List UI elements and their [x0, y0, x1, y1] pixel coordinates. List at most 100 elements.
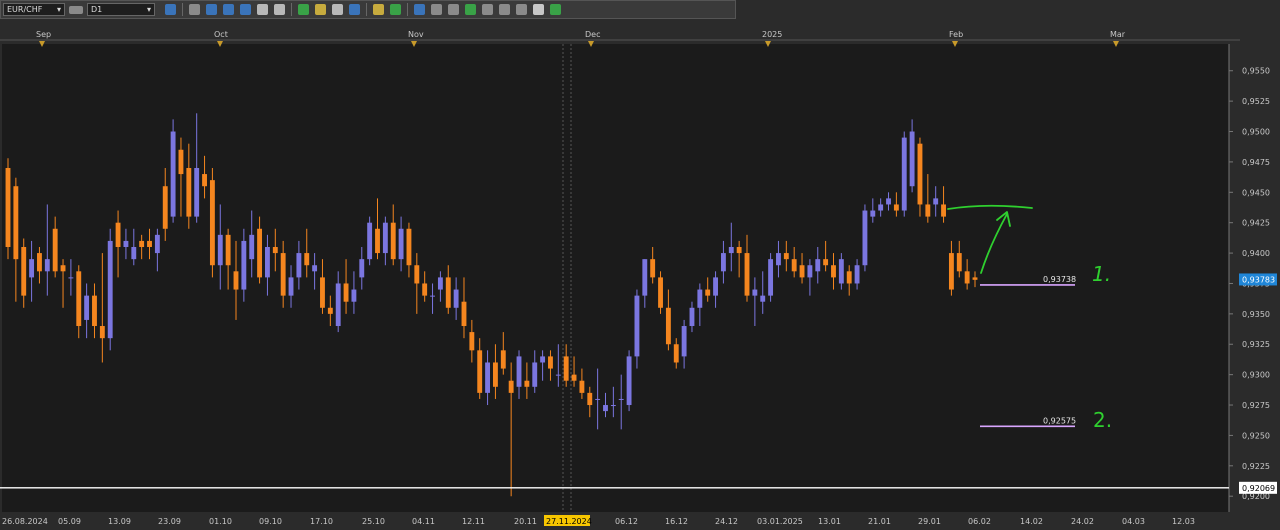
candle-body[interactable]: [595, 398, 601, 400]
candle-body[interactable]: [697, 289, 703, 308]
candle-body[interactable]: [579, 380, 585, 393]
candle-body[interactable]: [241, 240, 247, 290]
candle-body[interactable]: [312, 265, 318, 272]
candle-body[interactable]: [760, 295, 766, 302]
candle-body[interactable]: [571, 374, 577, 381]
candle-body[interactable]: [485, 362, 491, 393]
candle-body[interactable]: [618, 398, 624, 400]
candle-body[interactable]: [320, 277, 325, 308]
candle-body[interactable]: [186, 167, 192, 217]
candle-body[interactable]: [736, 247, 742, 254]
candle-body[interactable]: [783, 253, 789, 260]
candle-body[interactable]: [422, 283, 428, 296]
candle-body[interactable]: [343, 283, 349, 302]
candle-body[interactable]: [846, 271, 852, 284]
candle-body[interactable]: [540, 356, 546, 363]
candle-body[interactable]: [21, 247, 27, 296]
candle-body[interactable]: [296, 253, 302, 278]
candle-body[interactable]: [901, 137, 907, 211]
candle-body[interactable]: [60, 265, 66, 272]
candle-body[interactable]: [249, 234, 255, 260]
candle-body[interactable]: [131, 247, 137, 260]
candle-body[interactable]: [52, 228, 58, 272]
candle-body[interactable]: [154, 234, 160, 254]
candle-body[interactable]: [705, 289, 711, 296]
candle-body[interactable]: [500, 350, 506, 369]
candle-body[interactable]: [430, 295, 435, 297]
candle-body[interactable]: [44, 259, 50, 272]
candle-body[interactable]: [972, 277, 978, 280]
candle-body[interactable]: [516, 356, 522, 387]
candle-body[interactable]: [776, 253, 781, 266]
candle-body[interactable]: [68, 277, 74, 279]
candle-body[interactable]: [84, 295, 90, 320]
candle-body[interactable]: [29, 259, 35, 278]
candle-body[interactable]: [925, 204, 931, 217]
candle-body[interactable]: [893, 204, 899, 211]
candle-body[interactable]: [123, 240, 129, 248]
candle-body[interactable]: [744, 253, 750, 296]
candle-body[interactable]: [414, 265, 420, 284]
candle-body[interactable]: [147, 240, 152, 248]
candle-body[interactable]: [933, 198, 939, 205]
candle-body[interactable]: [351, 289, 357, 302]
candle-body[interactable]: [445, 277, 451, 308]
candle-body[interactable]: [37, 253, 42, 272]
candle-body[interactable]: [13, 186, 19, 260]
price-chart[interactable]: Sep Oct Nov Dec 2025 Feb Mar 0,9550 0,9525 0,9500…: [0, 0, 1280, 530]
candle-body[interactable]: [862, 210, 868, 266]
candle-body[interactable]: [437, 277, 443, 290]
candle-body[interactable]: [288, 277, 294, 296]
candle-body[interactable]: [162, 186, 168, 229]
candle-body[interactable]: [720, 253, 726, 272]
candle-body[interactable]: [359, 259, 365, 278]
candle-body[interactable]: [233, 271, 239, 290]
candle-body[interactable]: [280, 253, 286, 296]
candle-body[interactable]: [878, 204, 884, 211]
candle-body[interactable]: [673, 344, 679, 363]
candle-body[interactable]: [791, 259, 797, 272]
candle-body[interactable]: [642, 259, 648, 296]
candle-body[interactable]: [5, 167, 11, 248]
candle-body[interactable]: [217, 234, 223, 266]
candle-body[interactable]: [202, 174, 207, 187]
candle-body[interactable]: [886, 198, 891, 205]
candle-body[interactable]: [524, 380, 530, 387]
candle-body[interactable]: [956, 253, 962, 272]
candle-body[interactable]: [681, 326, 687, 357]
candle-body[interactable]: [728, 247, 734, 254]
candle-body[interactable]: [799, 265, 805, 278]
candle-body[interactable]: [548, 356, 553, 369]
candle-body[interactable]: [107, 240, 113, 339]
candle-body[interactable]: [752, 289, 758, 296]
candle-body[interactable]: [406, 228, 412, 266]
candle-body[interactable]: [170, 131, 176, 217]
candle-body[interactable]: [658, 277, 663, 308]
candle-body[interactable]: [870, 210, 876, 217]
candle-body[interactable]: [587, 392, 593, 406]
candle-body[interactable]: [610, 405, 616, 407]
candle-body[interactable]: [689, 307, 695, 327]
candle-body[interactable]: [909, 131, 915, 187]
candle-body[interactable]: [815, 259, 821, 272]
candle-body[interactable]: [99, 326, 105, 339]
candle-body[interactable]: [948, 253, 954, 290]
candle-body[interactable]: [854, 265, 860, 284]
candle-body[interactable]: [327, 307, 333, 314]
candle-body[interactable]: [390, 222, 396, 260]
candle-body[interactable]: [375, 228, 380, 254]
candle-body[interactable]: [634, 295, 640, 357]
candle-body[interactable]: [508, 380, 514, 393]
candle-body[interactable]: [964, 271, 970, 284]
candle-body[interactable]: [823, 259, 829, 266]
candle-body[interactable]: [807, 265, 813, 278]
candle-body[interactable]: [225, 234, 231, 266]
candle-body[interactable]: [626, 356, 632, 406]
candle-body[interactable]: [917, 143, 923, 205]
candle-body[interactable]: [367, 222, 373, 260]
candle-body[interactable]: [461, 301, 467, 327]
candle-body[interactable]: [831, 265, 836, 278]
candle-body[interactable]: [453, 289, 459, 308]
candle-body[interactable]: [713, 277, 718, 296]
candle-body[interactable]: [115, 222, 121, 248]
